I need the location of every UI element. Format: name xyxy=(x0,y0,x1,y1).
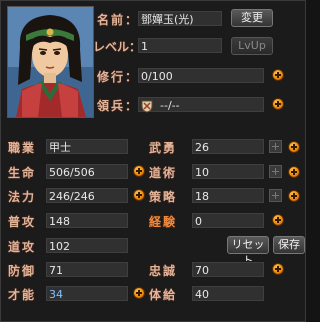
portrait-illustration xyxy=(8,7,93,117)
stat-value-valor: 26 xyxy=(191,138,265,155)
stat-value-stamina: 40 xyxy=(191,285,265,302)
stat-label-sorcery: 道術 xyxy=(149,166,178,180)
sorcery-adjust-icon[interactable] xyxy=(269,165,282,178)
name-label: 名前： xyxy=(97,13,140,27)
level-label: レベル： xyxy=(93,40,142,54)
troop-shield-icon xyxy=(140,98,154,113)
stat-label-hp: 生命 xyxy=(8,166,37,180)
change-name-button[interactable]: 変更 xyxy=(231,9,273,27)
training-plus-icon[interactable] xyxy=(272,69,284,81)
strategy-plus-icon[interactable] xyxy=(288,190,300,202)
stat-label-loyalty: 忠誠 xyxy=(149,264,178,278)
valor-adjust-icon[interactable] xyxy=(269,140,282,153)
stat-value-attack: 148 xyxy=(45,212,129,229)
stat-label-valor: 武勇 xyxy=(149,141,178,155)
experience-plus-icon[interactable] xyxy=(272,214,284,226)
stat-label-defense: 防御 xyxy=(8,264,37,278)
valor-plus-icon[interactable] xyxy=(288,141,300,153)
stat-label-talent: 才能 xyxy=(8,288,37,302)
stat-label-magic-attack: 道攻 xyxy=(8,240,37,254)
talent-plus-icon[interactable] xyxy=(133,287,145,299)
stat-value-experience: 0 xyxy=(191,212,265,229)
stat-label-attack: 普攻 xyxy=(8,215,37,229)
troops-plus-icon[interactable] xyxy=(272,98,284,110)
training-label: 修行： xyxy=(97,70,140,84)
sorcery-plus-icon[interactable] xyxy=(288,166,300,178)
stat-value-talent: 34 xyxy=(45,285,129,302)
stat-value-hp: 506/506 xyxy=(45,163,129,180)
stat-value-job: 甲士 xyxy=(45,138,129,155)
save-button[interactable]: 保存 xyxy=(273,236,305,254)
level-field: 1 xyxy=(137,37,223,54)
stat-value-loyalty: 70 xyxy=(191,261,265,278)
mp-plus-icon[interactable] xyxy=(133,189,145,201)
loyalty-plus-icon[interactable] xyxy=(272,263,284,275)
stat-value-defense: 71 xyxy=(45,261,129,278)
troops-field: --/-- xyxy=(137,96,265,113)
character-status-panel: 名前： 鄧嬋玉(光) 変更 レベル： 1 LvUp 修行： 0/100 領兵： … xyxy=(0,0,306,322)
stat-value-mp: 246/246 xyxy=(45,187,129,204)
training-field: 0/100 xyxy=(137,67,265,84)
strategy-adjust-icon[interactable] xyxy=(269,189,282,202)
stat-label-strategy: 策略 xyxy=(149,190,178,204)
name-field: 鄧嬋玉(光) xyxy=(137,10,223,27)
stat-value-magic-attack: 102 xyxy=(45,237,129,254)
character-portrait xyxy=(7,6,94,118)
stat-label-stamina: 体給 xyxy=(149,288,178,302)
levelup-button[interactable]: LvUp xyxy=(231,37,273,55)
troops-label: 領兵： xyxy=(97,99,140,113)
reset-button[interactable]: リセット xyxy=(227,236,269,267)
stat-label-job: 職業 xyxy=(8,141,37,155)
hp-plus-icon[interactable] xyxy=(133,165,145,177)
stat-label-experience: 経験 xyxy=(149,215,178,229)
stat-value-sorcery: 10 xyxy=(191,163,265,180)
stat-label-mp: 法力 xyxy=(8,190,37,204)
stat-value-strategy: 18 xyxy=(191,187,265,204)
